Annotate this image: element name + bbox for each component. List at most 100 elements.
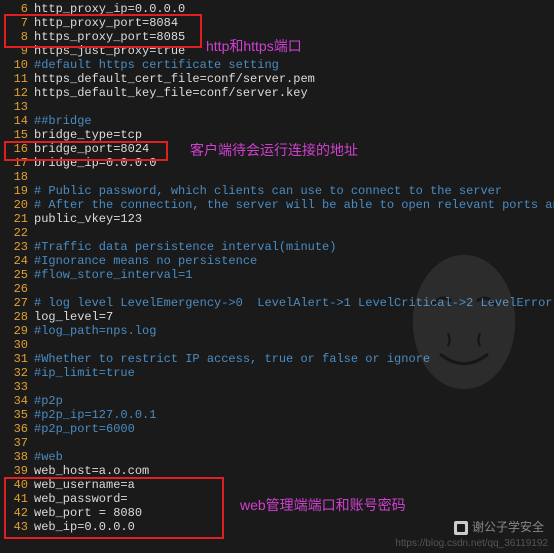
- line-number: 38: [0, 450, 34, 464]
- code-line[interactable]: 19# Public password, which clients can u…: [0, 184, 554, 198]
- line-number: 24: [0, 254, 34, 268]
- code-line[interactable]: 12https_default_key_file=conf/server.key: [0, 86, 554, 100]
- code-line[interactable]: 22: [0, 226, 554, 240]
- code-line[interactable]: 14##bridge: [0, 114, 554, 128]
- wechat-watermark: 谢公子学安全: [454, 518, 544, 535]
- code-line[interactable]: 6http_proxy_ip=0.0.0.0: [0, 2, 554, 16]
- code-line[interactable]: 7http_proxy_port=8084: [0, 16, 554, 30]
- code-line[interactable]: 39web_host=a.o.com: [0, 464, 554, 478]
- code-text: bridge_ip=0.0.0.0: [34, 156, 554, 170]
- code-text: [34, 436, 554, 450]
- code-text: web_username=a: [34, 478, 554, 492]
- code-line[interactable]: 37: [0, 436, 554, 450]
- source-url: https://blog.csdn.net/qq_36119192: [395, 538, 548, 549]
- code-line[interactable]: 29#log_path=nps.log: [0, 324, 554, 338]
- line-number: 28: [0, 310, 34, 324]
- code-text: [34, 226, 554, 240]
- line-number: 12: [0, 86, 34, 100]
- code-text: # Public password, which clients can use…: [34, 184, 554, 198]
- code-text: # After the connection, the server will …: [34, 198, 554, 212]
- line-number: 17: [0, 156, 34, 170]
- code-text: #Whether to restrict IP access, true or …: [34, 352, 554, 366]
- code-text: https_default_key_file=conf/server.key: [34, 86, 554, 100]
- code-text: web_password=: [34, 492, 554, 506]
- line-number: 41: [0, 492, 34, 506]
- line-number: 16: [0, 142, 34, 156]
- line-number: 29: [0, 324, 34, 338]
- code-line[interactable]: 36#p2p_port=6000: [0, 422, 554, 436]
- code-editor[interactable]: 6http_proxy_ip=0.0.0.07http_proxy_port=8…: [0, 0, 554, 536]
- line-number: 33: [0, 380, 34, 394]
- code-text: https_proxy_port=8085: [34, 30, 554, 44]
- code-text: #Ignorance means no persistence: [34, 254, 554, 268]
- code-line[interactable]: 38#web: [0, 450, 554, 464]
- code-text: [34, 170, 554, 184]
- code-line[interactable]: 11https_default_cert_file=conf/server.pe…: [0, 72, 554, 86]
- code-text: bridge_port=8024: [34, 142, 554, 156]
- line-number: 19: [0, 184, 34, 198]
- code-line[interactable]: 30: [0, 338, 554, 352]
- code-line[interactable]: 28log_level=7: [0, 310, 554, 324]
- code-line[interactable]: 34#p2p: [0, 394, 554, 408]
- code-text: web_host=a.o.com: [34, 464, 554, 478]
- line-number: 39: [0, 464, 34, 478]
- line-number: 14: [0, 114, 34, 128]
- line-number: 42: [0, 506, 34, 520]
- code-line[interactable]: 10#default https certificate setting: [0, 58, 554, 72]
- code-line[interactable]: 15bridge_type=tcp: [0, 128, 554, 142]
- code-line[interactable]: 26: [0, 282, 554, 296]
- line-number: 26: [0, 282, 34, 296]
- code-line[interactable]: 27# log level LevelEmergency->0 LevelAle…: [0, 296, 554, 310]
- line-number: 34: [0, 394, 34, 408]
- line-number: 37: [0, 436, 34, 450]
- code-line[interactable]: 9https_just_proxy=true: [0, 44, 554, 58]
- line-number: 8: [0, 30, 34, 44]
- line-number: 10: [0, 58, 34, 72]
- code-line[interactable]: 35#p2p_ip=127.0.0.1: [0, 408, 554, 422]
- line-number: 13: [0, 100, 34, 114]
- code-text: #p2p_port=6000: [34, 422, 554, 436]
- code-text: [34, 380, 554, 394]
- code-line[interactable]: 24#Ignorance means no persistence: [0, 254, 554, 268]
- code-line[interactable]: 8https_proxy_port=8085: [0, 30, 554, 44]
- code-text: http_proxy_port=8084: [34, 16, 554, 30]
- code-line[interactable]: 18: [0, 170, 554, 184]
- code-text: #log_path=nps.log: [34, 324, 554, 338]
- line-number: 11: [0, 72, 34, 86]
- line-number: 6: [0, 2, 34, 16]
- code-text: log_level=7: [34, 310, 554, 324]
- code-text: #Traffic data persistence interval(minut…: [34, 240, 554, 254]
- code-text: public_vkey=123: [34, 212, 554, 226]
- code-line[interactable]: 41web_password=: [0, 492, 554, 506]
- code-line[interactable]: 20# After the connection, the server wil…: [0, 198, 554, 212]
- line-number: 9: [0, 44, 34, 58]
- code-text: http_proxy_ip=0.0.0.0: [34, 2, 554, 16]
- code-line[interactable]: 25#flow_store_interval=1: [0, 268, 554, 282]
- line-number: 18: [0, 170, 34, 184]
- code-line[interactable]: 40web_username=a: [0, 478, 554, 492]
- code-text: [34, 338, 554, 352]
- code-line[interactable]: 16bridge_port=8024: [0, 142, 554, 156]
- code-text: bridge_type=tcp: [34, 128, 554, 142]
- code-text: #default https certificate setting: [34, 58, 554, 72]
- code-text: #p2p: [34, 394, 554, 408]
- line-number: 20: [0, 198, 34, 212]
- line-number: 30: [0, 338, 34, 352]
- code-text: # log level LevelEmergency->0 LevelAlert…: [34, 296, 554, 310]
- code-line[interactable]: 21public_vkey=123: [0, 212, 554, 226]
- code-line[interactable]: 23#Traffic data persistence interval(min…: [0, 240, 554, 254]
- code-text: #ip_limit=true: [34, 366, 554, 380]
- code-line[interactable]: 32#ip_limit=true: [0, 366, 554, 380]
- line-number: 22: [0, 226, 34, 240]
- code-line[interactable]: 17bridge_ip=0.0.0.0: [0, 156, 554, 170]
- code-text: [34, 282, 554, 296]
- code-line[interactable]: 31#Whether to restrict IP access, true o…: [0, 352, 554, 366]
- code-text: https_default_cert_file=conf/server.pem: [34, 72, 554, 86]
- line-number: 15: [0, 128, 34, 142]
- line-number: 40: [0, 478, 34, 492]
- line-number: 7: [0, 16, 34, 30]
- line-number: 25: [0, 268, 34, 282]
- code-line[interactable]: 13: [0, 100, 554, 114]
- code-line[interactable]: 33: [0, 380, 554, 394]
- line-number: 27: [0, 296, 34, 310]
